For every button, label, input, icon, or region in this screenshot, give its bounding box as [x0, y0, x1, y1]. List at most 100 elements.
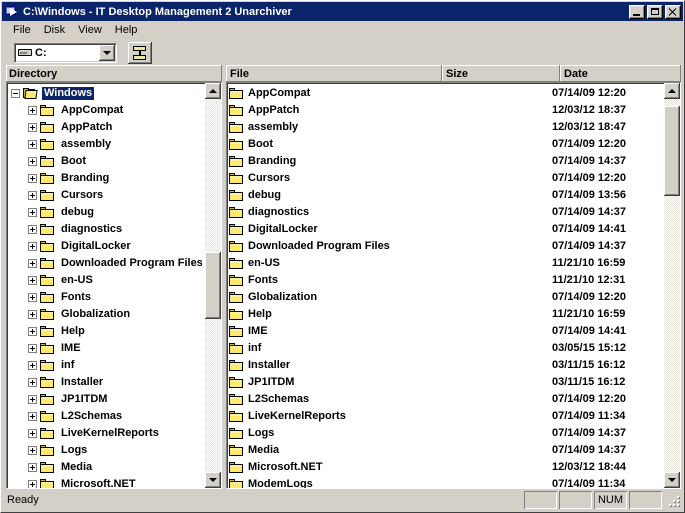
- file-list-scrollbar[interactable]: [664, 83, 680, 488]
- expand-icon[interactable]: [28, 463, 37, 472]
- tree-item[interactable]: L2Schemas: [9, 408, 202, 425]
- expand-icon[interactable]: [28, 140, 37, 149]
- minimize-button[interactable]: [629, 5, 645, 19]
- tree-item[interactable]: Microsoft.NET: [9, 476, 202, 489]
- tree-item[interactable]: JP1ITDM: [9, 391, 202, 408]
- file-date-cell: 07/14/09 14:37: [549, 155, 663, 168]
- file-row[interactable]: AppPatch12/03/12 18:37: [229, 102, 663, 119]
- file-row[interactable]: JP1ITDM03/11/15 16:12: [229, 374, 663, 391]
- tree-item[interactable]: IME: [9, 340, 202, 357]
- tree-item[interactable]: inf: [9, 357, 202, 374]
- file-row[interactable]: Globalization07/14/09 12:20: [229, 289, 663, 306]
- file-row[interactable]: en-US11/21/10 16:59: [229, 255, 663, 272]
- expand-icon[interactable]: [28, 157, 37, 166]
- maximize-button[interactable]: [647, 5, 663, 19]
- expand-icon[interactable]: [28, 429, 37, 438]
- expand-icon[interactable]: [28, 174, 37, 183]
- file-row[interactable]: debug07/14/09 13:56: [229, 187, 663, 204]
- column-header-date[interactable]: Date: [560, 65, 681, 82]
- file-row[interactable]: AppCompat07/14/09 12:20: [229, 85, 663, 102]
- file-row[interactable]: Downloaded Program Files07/14/09 14:37: [229, 238, 663, 255]
- expand-icon[interactable]: [28, 395, 37, 404]
- tree-item[interactable]: Boot: [9, 153, 202, 170]
- menu-item-file[interactable]: File: [7, 22, 38, 38]
- file-list-scrollbar-thumb[interactable]: [664, 106, 680, 196]
- directory-scroll-down-button[interactable]: [205, 472, 221, 488]
- tree-item[interactable]: Downloaded Program Files: [9, 255, 202, 272]
- folder-icon: [229, 444, 245, 457]
- chevron-down-icon[interactable]: [99, 45, 115, 61]
- folder-icon: [40, 359, 56, 372]
- tree-item[interactable]: Installer: [9, 374, 202, 391]
- directory-scroll-up-button[interactable]: [205, 83, 221, 99]
- expand-icon[interactable]: [28, 225, 37, 234]
- menu-item-disk[interactable]: Disk: [38, 22, 72, 38]
- file-row[interactable]: L2Schemas07/14/09 12:20: [229, 391, 663, 408]
- file-row[interactable]: Installer03/11/15 16:12: [229, 357, 663, 374]
- expand-icon[interactable]: [28, 344, 37, 353]
- file-row[interactable]: Cursors07/14/09 12:20: [229, 170, 663, 187]
- file-row[interactable]: IME07/14/09 14:41: [229, 323, 663, 340]
- menu-item-view[interactable]: View: [72, 22, 109, 38]
- collapse-icon[interactable]: [11, 89, 20, 98]
- file-list[interactable]: AppCompat07/14/09 12:20AppPatch12/03/12 …: [226, 82, 681, 489]
- tree-item[interactable]: Fonts: [9, 289, 202, 306]
- close-button[interactable]: [665, 5, 681, 19]
- menu-item-help[interactable]: Help: [109, 22, 145, 38]
- tree-item[interactable]: DigitalLocker: [9, 238, 202, 255]
- expand-icon[interactable]: [28, 412, 37, 421]
- expand-icon[interactable]: [28, 123, 37, 132]
- tree-item[interactable]: Branding: [9, 170, 202, 187]
- directory-tree[interactable]: WindowsAppCompatAppPatchassemblyBootBran…: [6, 82, 222, 489]
- tree-item[interactable]: AppPatch: [9, 119, 202, 136]
- file-row[interactable]: Microsoft.NET12/03/12 18:44: [229, 459, 663, 476]
- expand-icon[interactable]: [28, 327, 37, 336]
- column-header-size[interactable]: Size: [442, 65, 560, 82]
- tree-item[interactable]: AppCompat: [9, 102, 202, 119]
- file-row[interactable]: DigitalLocker07/14/09 14:41: [229, 221, 663, 238]
- directory-scrollbar-thumb[interactable]: [205, 252, 221, 319]
- tree-item[interactable]: Logs: [9, 442, 202, 459]
- resize-grip[interactable]: [666, 493, 680, 507]
- tree-item[interactable]: Windows: [9, 85, 202, 102]
- file-name-label: debug: [248, 189, 281, 202]
- expand-icon[interactable]: [28, 446, 37, 455]
- file-row[interactable]: Fonts11/21/10 12:31: [229, 272, 663, 289]
- file-row[interactable]: Branding07/14/09 14:37: [229, 153, 663, 170]
- expand-icon[interactable]: [28, 106, 37, 115]
- expand-icon[interactable]: [28, 378, 37, 387]
- directory-scrollbar[interactable]: [205, 83, 221, 488]
- expand-icon[interactable]: [28, 259, 37, 268]
- file-scroll-down-button[interactable]: [664, 472, 680, 488]
- file-row[interactable]: ModemLogs07/14/09 11:34: [229, 476, 663, 489]
- expand-icon[interactable]: [28, 242, 37, 251]
- expand-icon[interactable]: [28, 191, 37, 200]
- tree-item[interactable]: en-US: [9, 272, 202, 289]
- column-header-file[interactable]: File: [226, 65, 442, 82]
- file-row[interactable]: diagnostics07/14/09 14:37: [229, 204, 663, 221]
- expand-icon[interactable]: [28, 310, 37, 319]
- file-row[interactable]: Help11/21/10 16:59: [229, 306, 663, 323]
- tree-item[interactable]: Globalization: [9, 306, 202, 323]
- expand-icon[interactable]: [28, 276, 37, 285]
- expand-icon[interactable]: [28, 480, 37, 489]
- file-row[interactable]: Logs07/14/09 14:37: [229, 425, 663, 442]
- file-row[interactable]: Boot07/14/09 12:20: [229, 136, 663, 153]
- expand-icon[interactable]: [28, 361, 37, 370]
- tree-item[interactable]: assembly: [9, 136, 202, 153]
- network-connect-button[interactable]: [128, 42, 152, 64]
- expand-icon[interactable]: [28, 293, 37, 302]
- tree-item[interactable]: debug: [9, 204, 202, 221]
- file-row[interactable]: LiveKernelReports07/14/09 11:34: [229, 408, 663, 425]
- drive-select[interactable]: C:: [14, 43, 117, 63]
- tree-item[interactable]: LiveKernelReports: [9, 425, 202, 442]
- file-row[interactable]: assembly12/03/12 18:47: [229, 119, 663, 136]
- file-scroll-up-button[interactable]: [664, 83, 680, 99]
- tree-item[interactable]: diagnostics: [9, 221, 202, 238]
- tree-item[interactable]: Help: [9, 323, 202, 340]
- expand-icon[interactable]: [28, 208, 37, 217]
- tree-item[interactable]: Media: [9, 459, 202, 476]
- tree-item[interactable]: Cursors: [9, 187, 202, 204]
- file-row[interactable]: Media07/14/09 14:37: [229, 442, 663, 459]
- file-row[interactable]: inf03/05/15 15:12: [229, 340, 663, 357]
